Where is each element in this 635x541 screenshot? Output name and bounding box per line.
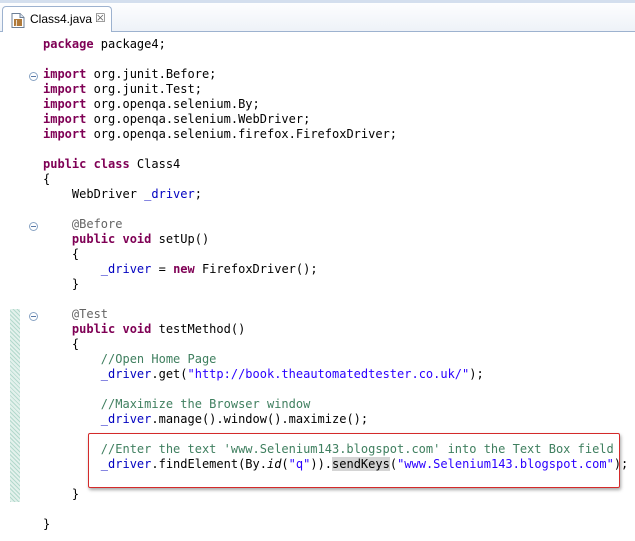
code-line-import: import org.junit.Test; [43,82,202,96]
fold-setup-icon[interactable] [29,222,38,231]
fold-imports-icon[interactable] [29,72,38,81]
editor-tab-bar: J Class4.java ☒ [0,0,635,32]
code-line-test-annotation: @Test [43,307,109,321]
tab-bar-top-border [0,0,635,3]
code-line-import: import org.openqa.selenium.firefox.Firef… [43,127,398,141]
quick-diff-change-bar [10,309,20,502]
code-line-maximize: _driver.manage().window().maximize(); [100,412,369,426]
code-line-import: import org.openqa.selenium.By; [43,97,260,111]
code-line-import: import org.junit.Before; [43,67,217,81]
code-line-setup-close-brace: } [43,277,80,291]
code-line-comment-maximize: //Maximize the Browser window [100,397,311,411]
java-file-icon: J [11,13,25,28]
code-line-setup-open-brace: { [43,247,80,261]
editor-gutter [0,32,10,541]
code-line-driver-get: _driver.get("http://book.theautomatedtes… [100,367,484,381]
code-line-test-open-brace: { [43,337,80,351]
code-line-import: import org.openqa.selenium.WebDriver; [43,112,311,126]
code-line-field: WebDriver _driver; [43,187,202,201]
code-line-setup-body: _driver = new FirefoxDriver(); [100,262,318,276]
close-tab-icon[interactable]: ☒ [95,12,107,24]
fold-testmethod-icon[interactable] [29,312,38,321]
code-line-package: package package4; [43,37,166,51]
code-line-class-close-brace: } [43,517,51,531]
code-line-class-declaration: public class Class4 [43,157,181,171]
code-line-setup-signature: public void setUp() [43,232,210,246]
red-annotation-box [88,433,620,488]
svg-text:J: J [15,19,18,27]
tab-title: Class4.java [30,12,93,26]
code-line-class-open-brace: { [43,172,51,186]
code-line-test-close-brace: } [43,487,80,501]
code-line-before-annotation: @Before [43,217,123,231]
code-line-test-signature: public void testMethod() [43,322,246,336]
tab-class4-java[interactable]: J Class4.java ☒ [2,6,112,32]
code-line-comment-open-home: //Open Home Page [100,352,217,366]
